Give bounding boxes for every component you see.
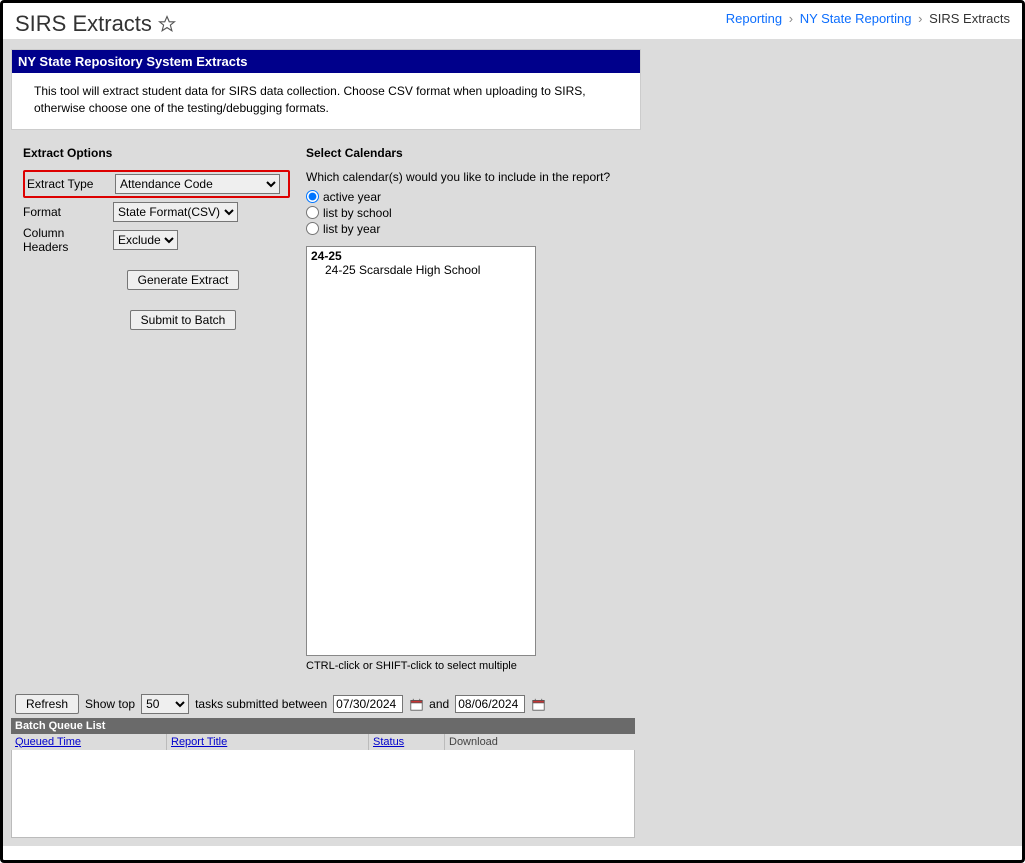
extract-type-select[interactable]: Attendance Code [115, 174, 280, 194]
date-from-input[interactable] [333, 695, 403, 713]
generate-extract-button[interactable]: Generate Extract [127, 270, 240, 290]
breadcrumb-current: SIRS Extracts [929, 11, 1010, 26]
panel-title: NY State Repository System Extracts [12, 50, 640, 73]
calendar-icon[interactable] [531, 698, 545, 712]
batch-queue-title: Batch Queue List [11, 718, 635, 734]
batch-queue-columns: Queued Time Report Title Status Download [11, 734, 635, 750]
show-top-select[interactable]: 50 [141, 694, 189, 714]
chevron-right-icon: › [789, 11, 793, 26]
calendar-hint: CTRL-click or SHIFT-click to select mult… [306, 660, 1014, 672]
breadcrumb-state-reporting[interactable]: NY State Reporting [800, 11, 912, 26]
radio-list-by-school-label: list by school [323, 206, 392, 220]
calendar-year-group[interactable]: 24-25 [311, 249, 531, 263]
radio-list-by-year-label: list by year [323, 222, 380, 236]
radio-list-by-school-input[interactable] [306, 206, 319, 219]
select-calendars-heading: Select Calendars [306, 146, 1014, 160]
tasks-between-label: tasks submitted between [195, 697, 327, 711]
radio-active-year[interactable]: active year [306, 190, 1014, 204]
radio-list-by-school[interactable]: list by school [306, 206, 1014, 220]
calendar-item[interactable]: 24-25 Scarsdale High School [311, 263, 531, 277]
radio-list-by-year[interactable]: list by year [306, 222, 1014, 236]
breadcrumb-reporting[interactable]: Reporting [726, 11, 782, 26]
extract-type-label: Extract Type [27, 177, 115, 191]
radio-active-year-input[interactable] [306, 190, 319, 203]
batch-queue-body [11, 750, 635, 838]
submit-to-batch-button[interactable]: Submit to Batch [130, 310, 237, 330]
col-report-title[interactable]: Report Title [171, 736, 227, 748]
col-download: Download [445, 734, 635, 750]
calendar-icon[interactable] [409, 698, 423, 712]
date-to-input[interactable] [455, 695, 525, 713]
panel-description: This tool will extract student data for … [12, 73, 640, 129]
radio-list-by-year-input[interactable] [306, 222, 319, 235]
and-label: and [429, 697, 449, 711]
col-queued-time[interactable]: Queued Time [15, 736, 81, 748]
chevron-right-icon: › [918, 11, 922, 26]
extract-type-highlight: Extract Type Attendance Code [23, 170, 290, 198]
refresh-button[interactable]: Refresh [15, 694, 79, 714]
calendar-listbox[interactable]: 24-25 24-25 Scarsdale High School [306, 246, 536, 656]
breadcrumb: Reporting › NY State Reporting › SIRS Ex… [726, 11, 1010, 26]
star-icon[interactable] [158, 15, 176, 33]
column-headers-label: Column Headers [23, 226, 113, 254]
calendar-question: Which calendar(s) would you like to incl… [306, 170, 1014, 184]
format-label: Format [23, 205, 113, 219]
page-title: SIRS Extracts [15, 11, 152, 37]
radio-active-year-label: active year [323, 190, 381, 204]
show-top-label: Show top [85, 697, 135, 711]
extract-options-heading: Extract Options [23, 146, 286, 160]
column-headers-select[interactable]: Exclude [113, 230, 178, 250]
format-select[interactable]: State Format(CSV) [113, 202, 238, 222]
col-status[interactable]: Status [373, 736, 404, 748]
